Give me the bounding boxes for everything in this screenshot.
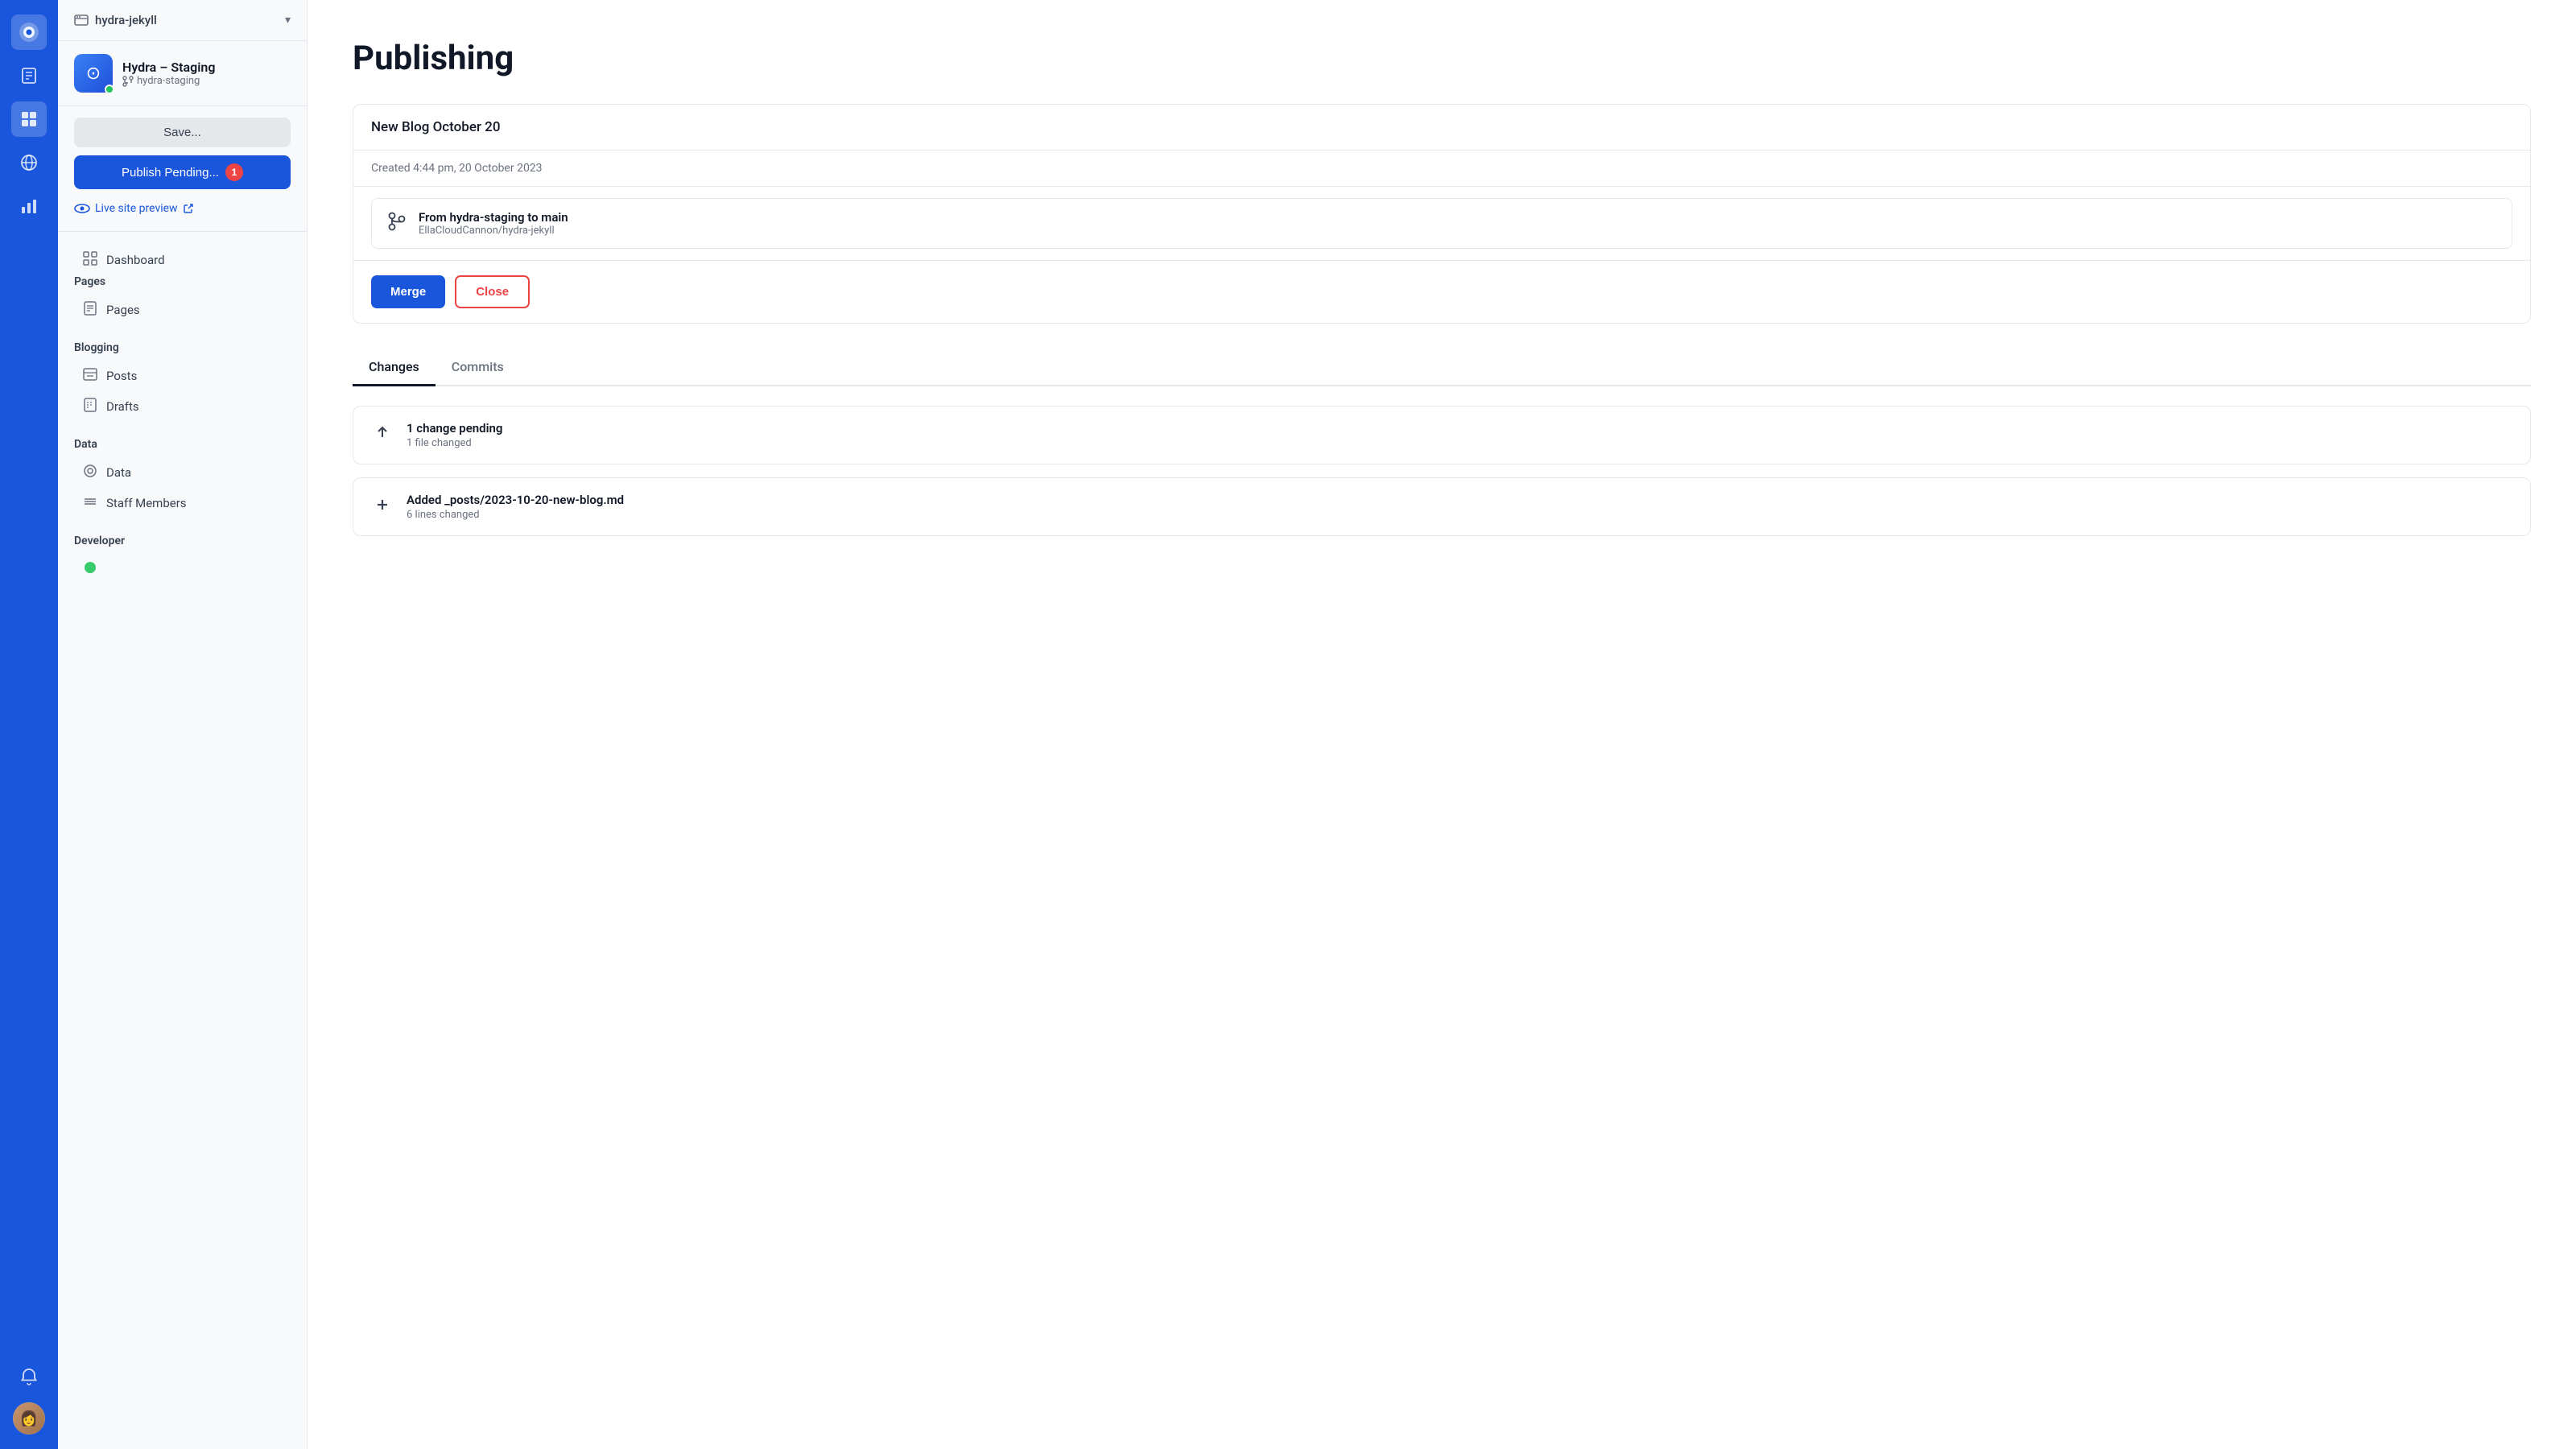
pr-repo: EllaCloudCannon/hydra-jekyll <box>419 225 568 237</box>
nav-section-developer: Developer <box>74 535 291 584</box>
sidebar-item-drafts[interactable]: Drafts <box>74 391 291 422</box>
dashboard-icon <box>82 251 98 269</box>
window-icon <box>74 13 89 27</box>
tabs: Changes Commits <box>353 349 2531 386</box>
external-link-icon <box>183 203 194 214</box>
nav-section-pages: Pages Pages <box>74 275 291 325</box>
branch-icon <box>122 76 134 87</box>
sidebar-nav: Dashboard Pages Pages Blogging <box>58 232 307 1449</box>
live-preview-link[interactable]: Live site preview <box>74 197 291 220</box>
sidebar-item-pages[interactable]: Pages <box>74 295 291 325</box>
change-meta: 1 file changed <box>407 437 502 449</box>
avatar-image: 👩 <box>13 1402 45 1435</box>
globe-rail-icon[interactable] <box>11 145 47 180</box>
close-button[interactable]: Close <box>455 275 530 308</box>
site-logo: ⊙ <box>74 54 113 93</box>
pr-created-at: Created 4:44 pm, 20 October 2023 <box>353 151 2530 187</box>
publish-badge: 1 <box>225 163 243 181</box>
pr-branch-from: From hydra-staging to main <box>419 210 568 225</box>
nav-section-data: Data Data Staff Me <box>74 438 291 518</box>
page-title: Publishing <box>353 39 2531 78</box>
drafts-icon <box>82 398 98 415</box>
user-avatar[interactable]: 👩 <box>13 1402 45 1435</box>
change-title: 1 change pending <box>407 421 502 436</box>
posts-icon <box>82 367 98 385</box>
main-content: Publishing New Blog October 20 Created 4… <box>308 0 2576 1449</box>
merge-button[interactable]: Merge <box>371 275 445 308</box>
icon-rail: 👩 <box>0 0 58 1449</box>
merge-icon <box>386 211 407 236</box>
site-logo-symbol: ⊙ <box>86 64 101 84</box>
grid-rail-icon[interactable] <box>11 101 47 137</box>
chart-rail-icon[interactable] <box>11 188 47 224</box>
sidebar-item-data[interactable]: Data <box>74 457 291 488</box>
sidebar-item-dashboard[interactable]: Dashboard <box>74 245 291 275</box>
chevron-down-icon: ▾ <box>285 14 291 27</box>
change-summary-card: 1 change pending 1 file changed <box>353 406 2531 464</box>
site-card: ⊙ Hydra – Staging hydra-staging <box>58 41 307 106</box>
site-branch: hydra-staging <box>122 75 215 87</box>
pr-title: New Blog October 20 <box>353 105 2530 151</box>
sidebar: hydra-jekyll ▾ ⊙ Hydra – Staging hydr <box>58 0 308 1449</box>
pr-card: New Blog October 20 Created 4:44 pm, 20 … <box>353 104 2531 324</box>
nav-section-blogging: Blogging Posts <box>74 341 291 422</box>
add-file-icon <box>371 496 394 518</box>
tab-commits[interactable]: Commits <box>436 349 520 386</box>
publish-button[interactable]: Publish Pending... 1 <box>74 155 291 189</box>
sidebar-item-posts[interactable]: Posts <box>74 361 291 391</box>
cloudcannon-logo-icon[interactable] <box>11 14 47 50</box>
changes-list: 1 change pending 1 file changed Added _p… <box>353 406 2531 536</box>
save-button[interactable]: Save... <box>74 118 291 147</box>
pages-rail-icon[interactable] <box>11 58 47 93</box>
online-status-dot <box>105 85 114 94</box>
change-file-card: Added _posts/2023-10-20-new-blog.md 6 li… <box>353 477 2531 536</box>
pages-icon <box>82 301 98 319</box>
sidebar-actions: Save... Publish Pending... 1 Live site p… <box>58 106 307 232</box>
site-name: Hydra – Staging <box>122 60 215 75</box>
data-icon <box>82 464 98 481</box>
pr-actions: Merge Close <box>353 261 2530 323</box>
change-file-title: Added _posts/2023-10-20-new-blog.md <box>407 493 624 507</box>
site-selector[interactable]: hydra-jekyll ▾ <box>58 0 307 41</box>
sidebar-item-staff-members[interactable]: Staff Members <box>74 488 291 518</box>
sidebar-item-developer[interactable] <box>74 554 291 584</box>
notifications-bell-icon[interactable] <box>11 1359 47 1394</box>
developer-icon <box>82 560 98 578</box>
staff-members-icon <box>82 494 98 512</box>
tab-changes[interactable]: Changes <box>353 349 436 386</box>
upload-icon <box>371 424 394 446</box>
site-selector-label: hydra-jekyll <box>74 13 157 27</box>
change-file-meta: 6 lines changed <box>407 509 624 521</box>
eye-icon <box>74 200 90 217</box>
pr-branch-row: From hydra-staging to main EllaCloudCann… <box>353 187 2530 261</box>
